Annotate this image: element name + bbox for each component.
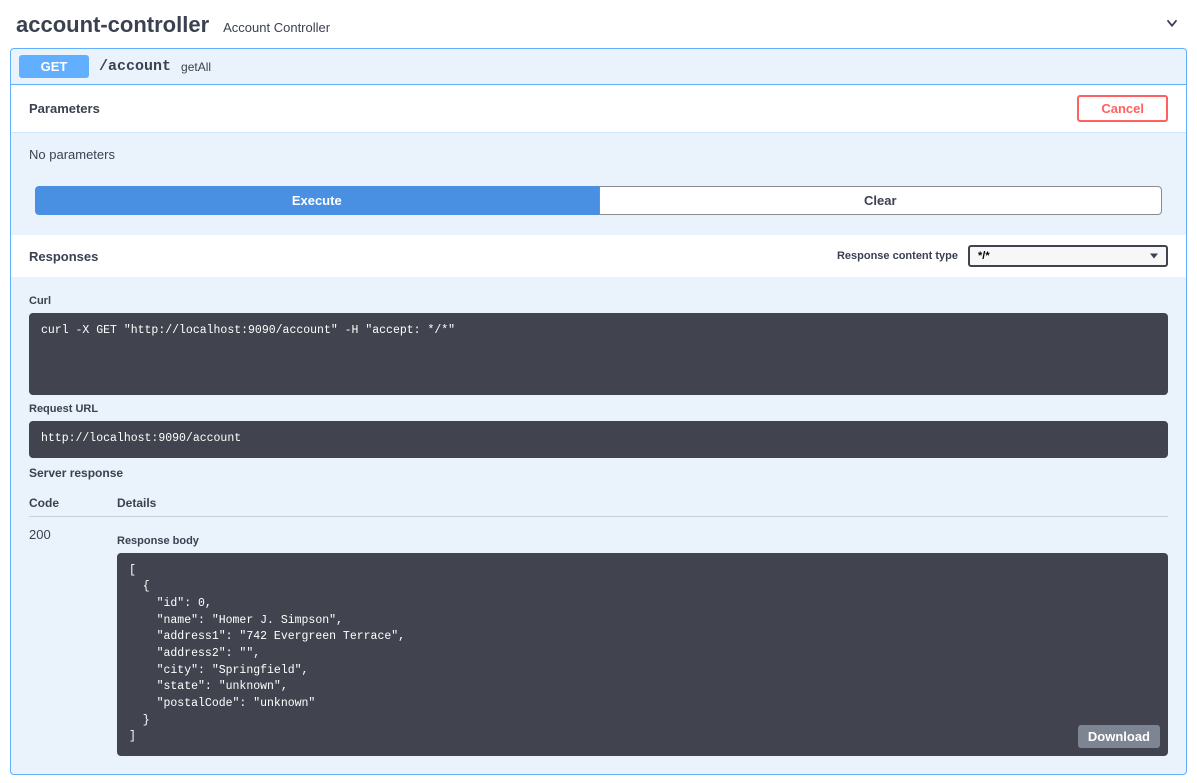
chevron-down-icon[interactable] <box>1163 14 1181 37</box>
request-url-value[interactable]: http://localhost:9090/account <box>29 421 1168 458</box>
response-section: Curl curl -X GET "http://localhost:9090/… <box>11 277 1186 774</box>
server-response-heading: Server response <box>29 466 1168 480</box>
parameters-body: No parameters <box>11 133 1186 176</box>
code-header: Code <box>29 496 69 510</box>
cancel-button[interactable]: Cancel <box>1077 95 1168 122</box>
operation-summary[interactable]: GET /account getAll <box>11 49 1186 85</box>
tag-description: Account Controller <box>223 20 330 35</box>
operation-path: /account <box>99 58 171 75</box>
content-type-wrap: Response content type */* <box>837 245 1168 267</box>
response-row: 200 Response body [ { "id": 0, "name": "… <box>29 517 1168 756</box>
content-type-select[interactable]: */* <box>968 245 1168 267</box>
responses-heading: Responses <box>29 249 98 264</box>
response-body-heading: Response body <box>117 535 1168 547</box>
no-parameters-text: No parameters <box>29 147 115 162</box>
operation-summary-text: getAll <box>181 60 211 74</box>
clear-button[interactable]: Clear <box>599 186 1163 215</box>
content-type-select-wrap: */* <box>968 245 1168 267</box>
operation-block: GET /account getAll Parameters Cancel No… <box>10 48 1187 775</box>
request-url-heading: Request URL <box>29 403 1168 415</box>
response-code: 200 <box>29 527 69 756</box>
download-button[interactable]: Download <box>1078 725 1160 748</box>
tag-header-left: account-controller Account Controller <box>16 12 330 38</box>
response-details: Response body [ { "id": 0, "name": "Home… <box>117 527 1168 756</box>
action-buttons-row: Execute Clear <box>11 176 1186 235</box>
response-body[interactable]: [ { "id": 0, "name": "Homer J. Simpson",… <box>117 553 1168 756</box>
curl-heading: Curl <box>29 295 1168 307</box>
responses-bar: Responses Response content type */* <box>11 235 1186 277</box>
parameters-heading: Parameters <box>29 101 100 116</box>
details-header: Details <box>117 496 156 510</box>
parameters-bar: Parameters Cancel <box>11 85 1186 133</box>
tag-name: account-controller <box>16 12 209 38</box>
http-method-badge: GET <box>19 55 89 78</box>
content-type-label: Response content type <box>837 250 958 262</box>
execute-button[interactable]: Execute <box>35 186 599 215</box>
tag-header[interactable]: account-controller Account Controller <box>8 8 1189 48</box>
curl-command[interactable]: curl -X GET "http://localhost:9090/accou… <box>29 313 1168 395</box>
response-table-header: Code Details <box>29 486 1168 517</box>
